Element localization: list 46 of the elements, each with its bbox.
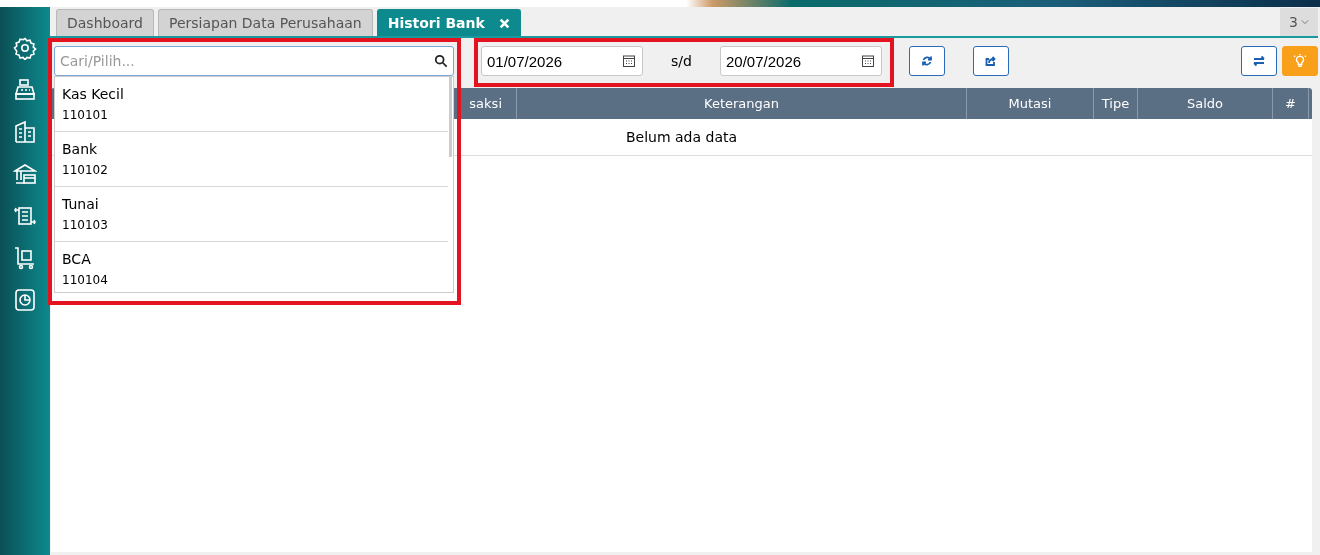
account-code: 110101 (62, 108, 109, 122)
tab[interactable]: Persiapan Data Perusahaan (157, 9, 373, 36)
column-header: Mutasi (967, 88, 1094, 119)
account-option[interactable]: Tunai 110103 (55, 187, 448, 242)
tab[interactable]: Dashboard (56, 9, 154, 36)
account-code: 110103 (62, 218, 109, 232)
tab-count-dropdown[interactable]: 3 (1280, 8, 1318, 36)
account-name: Tunai (62, 196, 100, 212)
refresh-button[interactable] (909, 46, 945, 76)
account-option[interactable]: Bank 110102 (55, 132, 448, 187)
column-header: Keterangan (517, 88, 967, 119)
column-header: # (1273, 88, 1309, 119)
tab[interactable]: Histori Bank (376, 9, 521, 36)
account-name: Bank (62, 141, 99, 157)
calendar-icon (862, 55, 874, 67)
account-option[interactable]: Kas Kecil 110101 (55, 77, 448, 132)
account-code: 110102 (62, 163, 109, 177)
range-separator: s/d (670, 53, 693, 69)
gear-icon[interactable] (13, 36, 37, 60)
chevron-down-icon (1300, 19, 1309, 25)
cash-register-icon[interactable] (13, 78, 37, 102)
export-button[interactable] (973, 46, 1009, 76)
share-icon (985, 55, 997, 67)
search-field[interactable]: Cari/Pilih... (54, 46, 454, 76)
swap-arrows-icon (1253, 55, 1265, 67)
date-value: 20/07/2026 (726, 52, 802, 70)
account-name: BCA (62, 251, 92, 267)
account-name: Kas Kecil (62, 86, 125, 102)
chart-document-icon[interactable] (13, 288, 37, 312)
cart-icon[interactable] (13, 246, 37, 270)
search-icon (434, 54, 448, 68)
close-icon[interactable] (498, 17, 510, 29)
date-field[interactable]: 01/07/2026 (481, 46, 643, 76)
bank-icon[interactable] (13, 162, 37, 186)
date-field[interactable]: 20/07/2026 (720, 46, 882, 76)
account-code: 110104 (62, 273, 109, 287)
column-header: Saldo (1138, 88, 1273, 119)
column-header: Tipe (1094, 88, 1138, 119)
swap-button[interactable] (1241, 46, 1277, 76)
date-value: 01/07/2026 (487, 52, 563, 70)
transfer-icon[interactable] (13, 204, 37, 228)
lightbulb-icon (1293, 54, 1307, 68)
building-icon[interactable] (13, 120, 37, 144)
calendar-icon (623, 55, 635, 67)
refresh-icon (921, 55, 933, 67)
account-option[interactable]: BCA 110104 (55, 242, 448, 292)
